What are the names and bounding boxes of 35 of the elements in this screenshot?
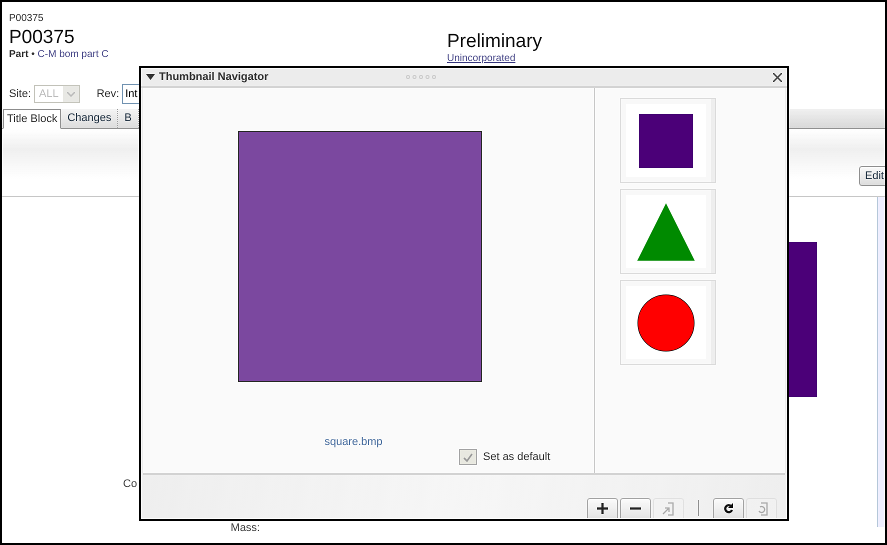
edit-button[interactable]: Edit <box>859 166 885 186</box>
status-title: Preliminary <box>447 31 544 53</box>
thumbnail[interactable] <box>620 98 716 183</box>
fit-icon <box>662 502 676 516</box>
tab[interactable]: B <box>118 109 139 128</box>
drag-handle-icon[interactable] <box>404 75 437 79</box>
thumbnail[interactable] <box>620 189 716 274</box>
rotate-icon <box>724 503 734 514</box>
thumbnail[interactable] <box>620 280 716 365</box>
close-icon[interactable] <box>773 72 782 82</box>
breadcrumb: P00375 <box>8 12 44 25</box>
zoom-in-button[interactable] <box>587 498 618 518</box>
zoom-in-icon <box>597 503 608 514</box>
part-number: P00375 <box>9 27 76 49</box>
file-name: square.bmp <box>323 436 384 448</box>
zoom-out-icon <box>630 507 641 510</box>
caret-icon <box>66 92 75 96</box>
zoom-out-button[interactable] <box>620 498 651 518</box>
field-label: Co <box>122 478 138 490</box>
dialog-title: Thumbnail Navigator <box>159 71 268 83</box>
checkbox-label: Set as default <box>483 451 550 463</box>
field-label: Mass: <box>230 522 260 534</box>
tab[interactable]: Title Block <box>3 109 62 129</box>
site-label: Site: <box>9 88 32 100</box>
collapse-icon[interactable] <box>146 74 155 80</box>
status-link[interactable]: Unincorporated <box>447 53 516 65</box>
scrollbar[interactable] <box>877 197 885 527</box>
circle-drawing <box>638 294 694 351</box>
check-icon <box>463 452 473 462</box>
triangle-drawing <box>637 202 695 260</box>
square-drawing <box>639 114 693 168</box>
rotate-button[interactable] <box>713 498 744 518</box>
tab[interactable]: Changes <box>61 109 118 128</box>
part-subtitle: Part • C-M bom part C <box>9 49 110 61</box>
rev-label: Rev: <box>96 88 120 100</box>
